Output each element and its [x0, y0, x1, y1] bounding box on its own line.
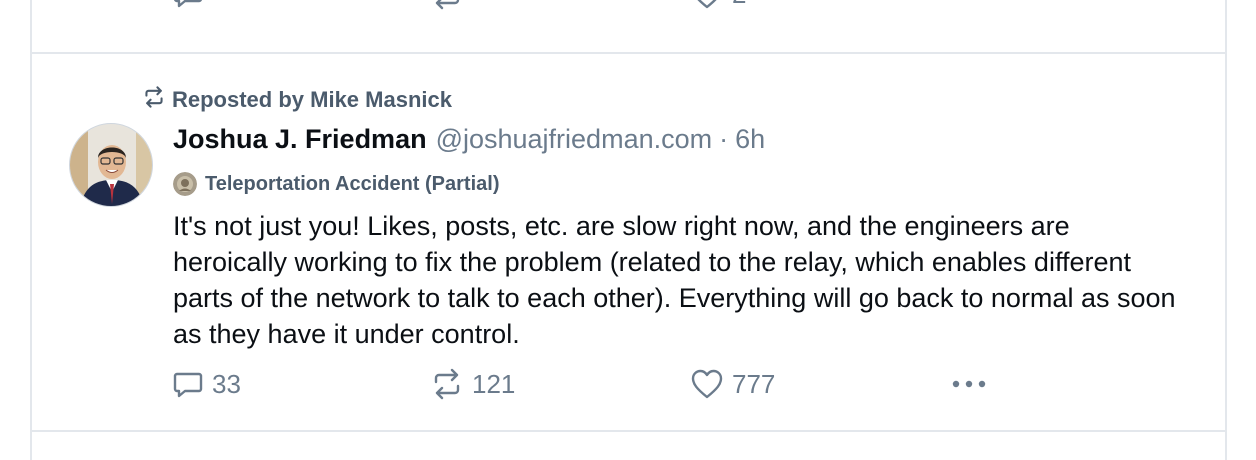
reply-count: 33 — [212, 368, 241, 399]
heart-icon — [690, 368, 724, 400]
post-text: It's not just you! Likes, posts, etc. ar… — [173, 211, 1176, 349]
reply-button[interactable] — [172, 0, 212, 10]
like-button[interactable]: 777 — [690, 368, 775, 400]
post-header: Joshua J. Friedman @joshuajfriedman.com … — [173, 124, 765, 155]
repost-count: 121 — [472, 368, 516, 399]
more-dots-icon — [950, 378, 988, 390]
like-count: 2 — [732, 0, 746, 10]
previous-post-actions: 2 — [32, 0, 1225, 18]
repost-indicator[interactable]: Reposted by Mike Masnick — [142, 86, 452, 114]
like-count: 777 — [732, 368, 776, 399]
author-handle[interactable]: @joshuajfriedman.com — [436, 124, 713, 155]
repost-arrows-icon — [430, 368, 464, 400]
repost-arrows-icon — [430, 0, 464, 10]
post-actions: 33 121 777 — [32, 366, 1225, 406]
speech-bubble-icon — [172, 368, 204, 400]
like-button[interactable]: 2 — [690, 0, 746, 10]
repost-label: Reposted by Mike Masnick — [172, 87, 452, 112]
avatar-image — [70, 124, 152, 206]
timestamp[interactable]: 6h — [735, 124, 765, 155]
reply-button[interactable]: 33 — [172, 368, 241, 400]
separator-dot: · — [719, 124, 729, 154]
repost-arrows-icon — [142, 86, 166, 114]
content-label-text: Teleportation Accident (Partial) — [205, 172, 500, 195]
content-label[interactable]: Teleportation Accident (Partial) — [173, 172, 499, 196]
author-name[interactable]: Joshua J. Friedman — [173, 124, 427, 155]
repost-button[interactable] — [430, 0, 472, 10]
post-divider — [32, 52, 1225, 54]
heart-icon — [690, 0, 724, 10]
speech-bubble-icon — [172, 0, 204, 10]
post-divider — [32, 430, 1225, 432]
feed-column: 2 Reposted by Mike Masnick — [30, 0, 1227, 460]
labeler-avatar-icon — [173, 172, 197, 196]
more-options-button[interactable] — [950, 378, 988, 390]
repost-button[interactable]: 121 — [430, 368, 515, 400]
avatar[interactable] — [69, 123, 153, 207]
